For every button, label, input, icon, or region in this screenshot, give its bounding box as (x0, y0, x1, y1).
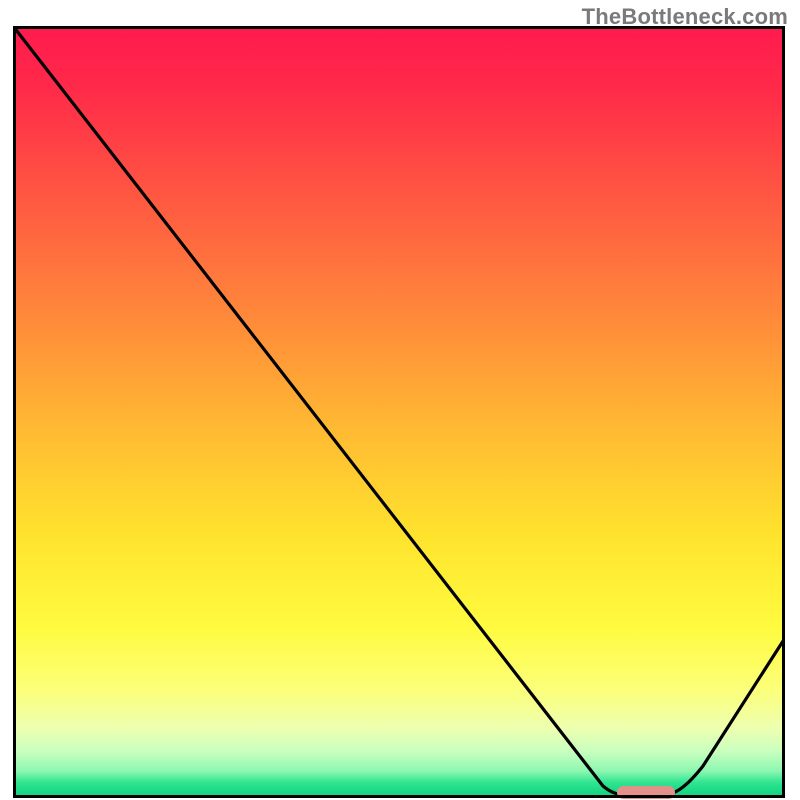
optimal-range-marker (617, 786, 675, 799)
watermark-text: TheBottleneck.com (582, 4, 788, 30)
curve-path (13, 26, 785, 795)
bottleneck-curve (13, 26, 785, 798)
chart-frame (13, 26, 785, 798)
